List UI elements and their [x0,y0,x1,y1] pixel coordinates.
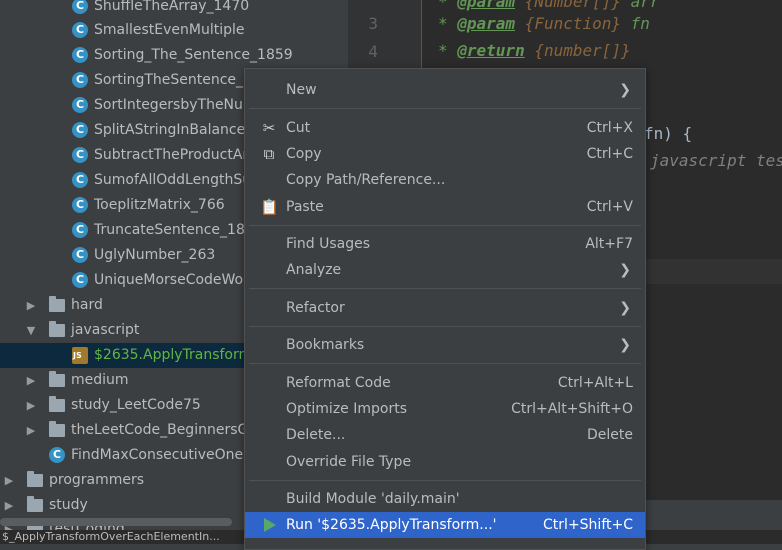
folder-icon [49,421,65,437]
tree-item[interactable]: ShuffleTheArray_1470 [0,0,348,19]
run-icon [264,518,276,532]
editor-footer [645,500,782,530]
menu-item-reformat[interactable]: Reformat Code Ctrl+Alt+L [245,370,645,396]
menu-item-build-module[interactable]: Build Module 'daily.main' [245,486,645,512]
menu-item-delete[interactable]: Delete... Delete [245,422,645,448]
menu-item-refactor[interactable]: Refactor ❯ [245,295,645,321]
class-icon [72,142,88,167]
chevron-right-icon: ❯ [619,262,631,278]
class-icon [72,217,88,242]
class-icon [72,17,88,42]
folder-icon [49,296,65,312]
code-comment: javascript test [650,151,782,170]
chevron-right-icon: ❯ [619,300,631,316]
horizontal-scrollbar[interactable] [0,518,232,526]
menu-separator [249,225,641,226]
chevron-right-icon: ❯ [619,82,631,98]
folder-icon [49,321,65,337]
class-icon [49,442,65,467]
context-menu: New ❯ ✂ Cut Ctrl+X ⧉ Copy Ctrl+C Copy Pa… [244,68,646,550]
folder-icon [27,471,43,487]
copy-icon: ⧉ [263,145,275,163]
menu-item-run[interactable]: Run '$2635.ApplyTransform...' Ctrl+Shift… [245,512,645,538]
chevron-right-icon: ❯ [619,337,631,353]
class-icon [72,117,88,142]
menu-separator [249,480,641,481]
javascript-file-icon [72,343,88,368]
scissors-icon: ✂ [262,119,276,137]
code-fragment: fn) { [644,124,693,143]
class-icon [72,242,88,267]
paste-icon: 📋 [260,198,279,216]
chevron-right-icon[interactable]: ▶ [24,393,38,418]
menu-item-optimize-imports[interactable]: Optimize Imports Ctrl+Alt+Shift+O [245,396,645,422]
tree-item[interactable]: Sorting_The_Sentence_1859 [0,42,348,68]
tree-item[interactable]: SmallestEvenMultiple [0,17,348,43]
menu-item-paste[interactable]: 📋 Paste Ctrl+V [245,194,645,220]
menu-separator [249,326,641,327]
class-icon [72,0,88,18]
chevron-right-icon[interactable]: ▶ [24,368,38,393]
menu-separator [249,108,641,109]
folder-icon [49,396,65,412]
menu-item-find-usages[interactable]: Find Usages Alt+F7 [245,231,645,257]
class-icon [72,267,88,292]
doc-comment-line: * @return {number[]} [438,41,631,60]
chevron-down-icon[interactable]: ▼ [24,318,38,343]
menu-item-copy-path[interactable]: Copy Path/Reference... [245,167,645,193]
class-icon [72,42,88,67]
folder-icon [27,496,43,512]
class-icon [72,67,88,92]
class-icon [72,167,88,192]
folder-icon [49,371,65,387]
caret-line-highlight [645,259,782,284]
line-number: 4 [368,42,378,61]
menu-item-analyze[interactable]: Analyze ❯ [245,257,645,283]
chevron-right-icon[interactable]: ▶ [24,293,38,318]
doc-comment-line: * @param {Number[]} arr [438,0,660,11]
menu-item-new[interactable]: New ❯ [245,77,645,103]
menu-item-override-file-type[interactable]: Override File Type [245,449,645,475]
chevron-right-icon[interactable]: ▶ [24,418,38,443]
chevron-right-icon[interactable]: ▶ [2,468,16,493]
line-number: 3 [368,14,378,33]
menu-item-copy[interactable]: ⧉ Copy Ctrl+C [245,141,645,167]
class-icon [72,92,88,117]
doc-comment-line: * @param {Function} fn [438,14,650,33]
class-icon [72,192,88,217]
menu-separator [249,363,641,364]
chevron-right-icon[interactable]: ▶ [2,493,16,518]
menu-item-bookmarks[interactable]: Bookmarks ❯ [245,332,645,358]
menu-item-cut[interactable]: ✂ Cut Ctrl+X [245,115,645,141]
menu-separator [249,288,641,289]
